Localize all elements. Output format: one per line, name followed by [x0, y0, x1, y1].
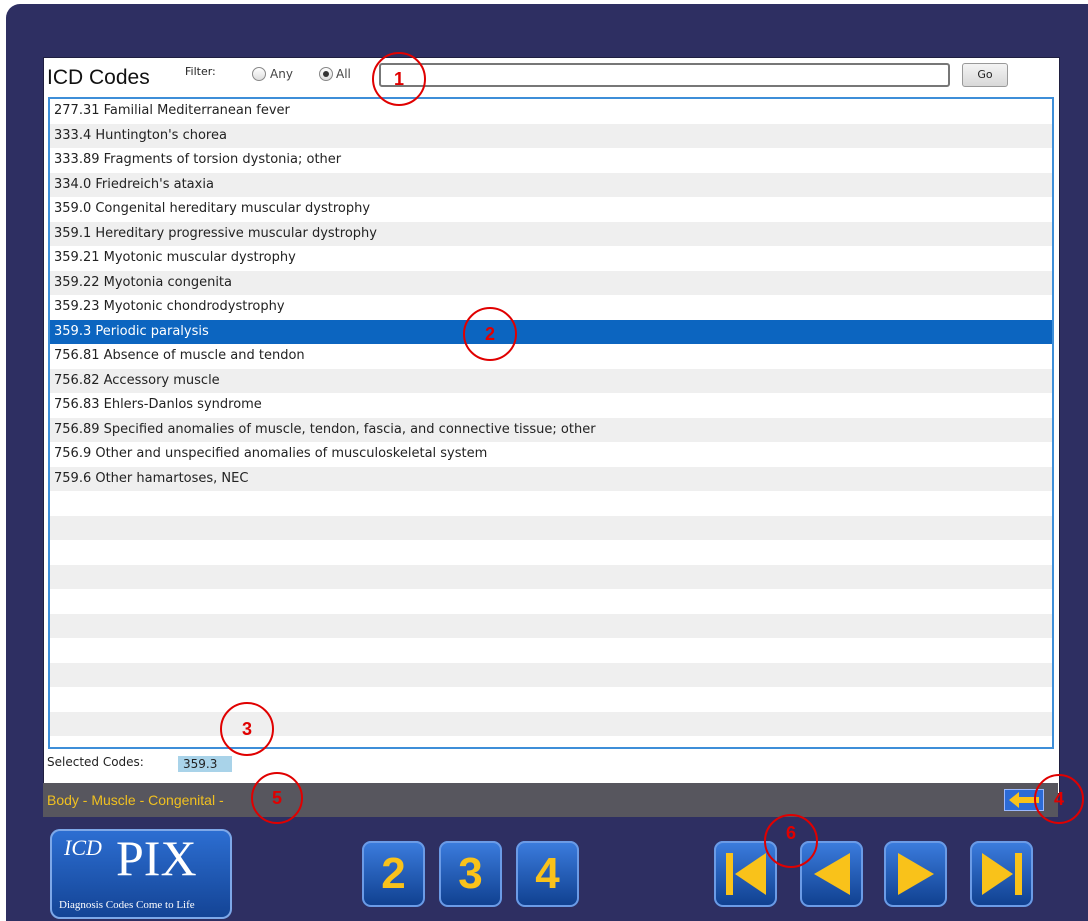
go-button[interactable]: Go — [962, 63, 1008, 87]
code-row[interactable]: 359.21 Myotonic muscular dystrophy — [50, 246, 1052, 271]
code-row[interactable]: 759.6 Other hamartoses, NEC — [50, 466, 1052, 491]
last-page-button[interactable] — [970, 841, 1033, 907]
empty-row — [50, 491, 1052, 516]
empty-row — [50, 613, 1052, 638]
skip-first-icon — [725, 853, 766, 895]
code-row[interactable]: 756.89 Specified anomalies of muscle, te… — [50, 417, 1052, 442]
page-4-label: 4 — [535, 849, 560, 898]
page-4-button[interactable]: 4 — [516, 841, 579, 907]
empty-row — [50, 589, 1052, 614]
breadcrumb: Body - Muscle - Congenital - — [47, 792, 224, 808]
empty-row — [50, 515, 1052, 540]
selected-codes-value: 359.3 — [178, 756, 232, 772]
empty-row — [50, 711, 1052, 736]
annotation-1: 1 — [372, 52, 426, 106]
code-row[interactable]: 333.89 Fragments of torsion dystonia; ot… — [50, 148, 1052, 173]
logo-prefix: ICD — [64, 835, 102, 860]
page-2-button[interactable]: 2 — [362, 841, 425, 907]
code-row[interactable]: 359.1 Hereditary progressive muscular dy… — [50, 221, 1052, 246]
logo-tagline: Diagnosis Codes Come to Life — [59, 899, 195, 911]
previous-icon — [813, 853, 850, 895]
code-row[interactable]: 359.0 Congenital hereditary muscular dys… — [50, 197, 1052, 222]
code-row[interactable]: 359.22 Myotonia congenita — [50, 270, 1052, 295]
next-icon — [897, 853, 934, 895]
code-row[interactable]: 277.31 Familial Mediterranean fever — [50, 99, 1052, 124]
code-row[interactable]: 756.9 Other and unspecified anomalies of… — [50, 442, 1052, 467]
annotation-6: 6 — [764, 814, 818, 868]
code-row[interactable]: 359.3 Periodic paralysis — [50, 319, 1052, 344]
filter-any-label: Any — [270, 67, 293, 81]
code-row[interactable]: 756.81 Absence of muscle and tendon — [50, 344, 1052, 369]
annotation-5: 5 — [251, 772, 303, 824]
codes-list[interactable]: 277.31 Familial Mediterranean fever 333.4… — [48, 97, 1054, 749]
code-row[interactable]: 756.82 Accessory muscle — [50, 368, 1052, 393]
page-title: ICD Codes — [47, 66, 150, 89]
filter-all-label: All — [336, 67, 351, 81]
empty-row — [50, 564, 1052, 589]
empty-row — [50, 638, 1052, 663]
empty-row — [50, 687, 1052, 712]
search-input[interactable] — [379, 63, 950, 87]
page-3-label: 3 — [458, 849, 483, 898]
logo-main: PIX — [116, 830, 197, 886]
next-page-button[interactable] — [884, 841, 947, 907]
annotation-2: 2 — [463, 307, 517, 361]
annotation-4: 4 — [1034, 774, 1084, 824]
filter-any-radio[interactable] — [252, 67, 266, 81]
annotation-3: 3 — [220, 702, 274, 756]
selected-codes-label: Selected Codes: — [47, 755, 144, 769]
page-3-button[interactable]: 3 — [439, 841, 502, 907]
code-row[interactable]: 756.83 Ehlers-Danlos syndrome — [50, 393, 1052, 418]
empty-row — [50, 662, 1052, 687]
filter-label: Filter: — [185, 65, 216, 78]
code-row[interactable]: 359.23 Myotonic chondrodystrophy — [50, 295, 1052, 320]
code-row[interactable]: 333.4 Huntington's chorea — [50, 123, 1052, 148]
icd-codes-panel: ICD Codes Filter: Any All Go 277.31 Fami… — [43, 57, 1060, 794]
icdpix-logo: ICD PIX Diagnosis Codes Come to Life — [50, 829, 232, 919]
page-2-label: 2 — [381, 849, 406, 898]
skip-last-icon — [981, 853, 1022, 895]
empty-row — [50, 540, 1052, 565]
code-row[interactable]: 334.0 Friedreich's ataxia — [50, 172, 1052, 197]
filter-all-radio[interactable] — [319, 67, 333, 81]
breadcrumb-bar: Body - Muscle - Congenital - — [43, 783, 1058, 817]
